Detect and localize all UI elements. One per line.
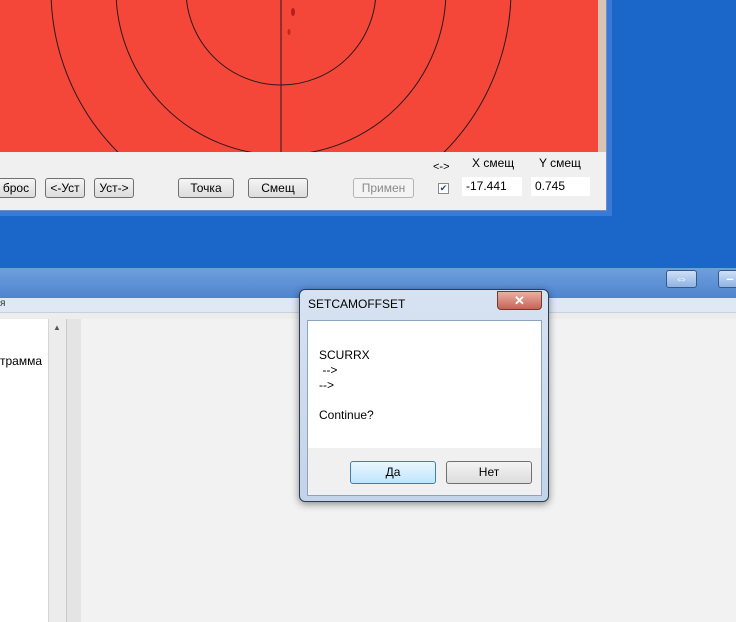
swap-label: <->	[433, 161, 450, 173]
dialog-close-button[interactable]: ✕	[497, 291, 542, 310]
resize-button[interactable]: ⇔	[666, 270, 697, 288]
dialog-message: SCURRX --> --> Continue?	[308, 321, 541, 448]
left-panel-scrollbar[interactable]: ▲	[48, 319, 65, 622]
apply-button[interactable]: Примен	[353, 178, 414, 198]
panel-splitter[interactable]	[66, 319, 82, 622]
close-icon: ✕	[514, 293, 525, 308]
camera-window: брос <-Уст Уст-> Точка Смещ Примен <-> ✔…	[0, 0, 612, 216]
scroll-up-arrow-icon[interactable]: ▲	[49, 321, 65, 335]
dialog-message-line: -->	[319, 378, 334, 392]
x-offset-label: X смещ	[472, 156, 515, 170]
resize-arrows-icon: ⇔	[675, 271, 688, 286]
minimize-button[interactable]: –	[718, 270, 736, 288]
setcamoffset-dialog: SETCAMOFFSET ✕ SCURRX --> --> Continue? …	[299, 289, 549, 502]
left-panel: трамма	[0, 319, 48, 622]
dialog-title: SETCAMOFFSET	[308, 297, 406, 311]
no-button[interactable]: Нет	[446, 461, 532, 484]
target-reticle	[50, 0, 512, 152]
dialog-content: SCURRX --> --> Continue? Да Нет	[307, 320, 542, 496]
camera-view[interactable]	[0, 0, 598, 152]
dialog-message-line: Continue?	[319, 408, 374, 422]
dialog-button-bar: Да Нет	[308, 448, 541, 495]
offset-button[interactable]: Смещ	[248, 178, 308, 198]
point-button[interactable]: Точка	[178, 178, 234, 198]
dialog-message-line: -->	[319, 363, 338, 377]
yes-button[interactable]: Да	[350, 461, 436, 484]
menu-band-text: я	[0, 298, 6, 309]
y-offset-label: Y смещ	[539, 156, 581, 170]
checkmark-icon: ✔	[439, 183, 448, 193]
minimize-icon: –	[726, 271, 734, 286]
next-set-button[interactable]: Уст->	[94, 178, 134, 198]
prev-set-button[interactable]: <-Уст	[45, 178, 85, 198]
y-offset-field[interactable]: 0.745	[531, 177, 590, 196]
left-panel-item[interactable]: трамма	[0, 354, 42, 368]
camera-window-body: брос <-Уст Уст-> Точка Смещ Примен <-> ✔…	[0, 0, 607, 211]
camera-view-border	[598, 0, 606, 152]
swap-checkbox[interactable]: ✔	[438, 183, 449, 194]
x-offset-field[interactable]: -17.441	[462, 177, 522, 196]
reset-button[interactable]: брос	[0, 178, 36, 198]
dialog-message-line: SCURRX	[319, 348, 370, 362]
